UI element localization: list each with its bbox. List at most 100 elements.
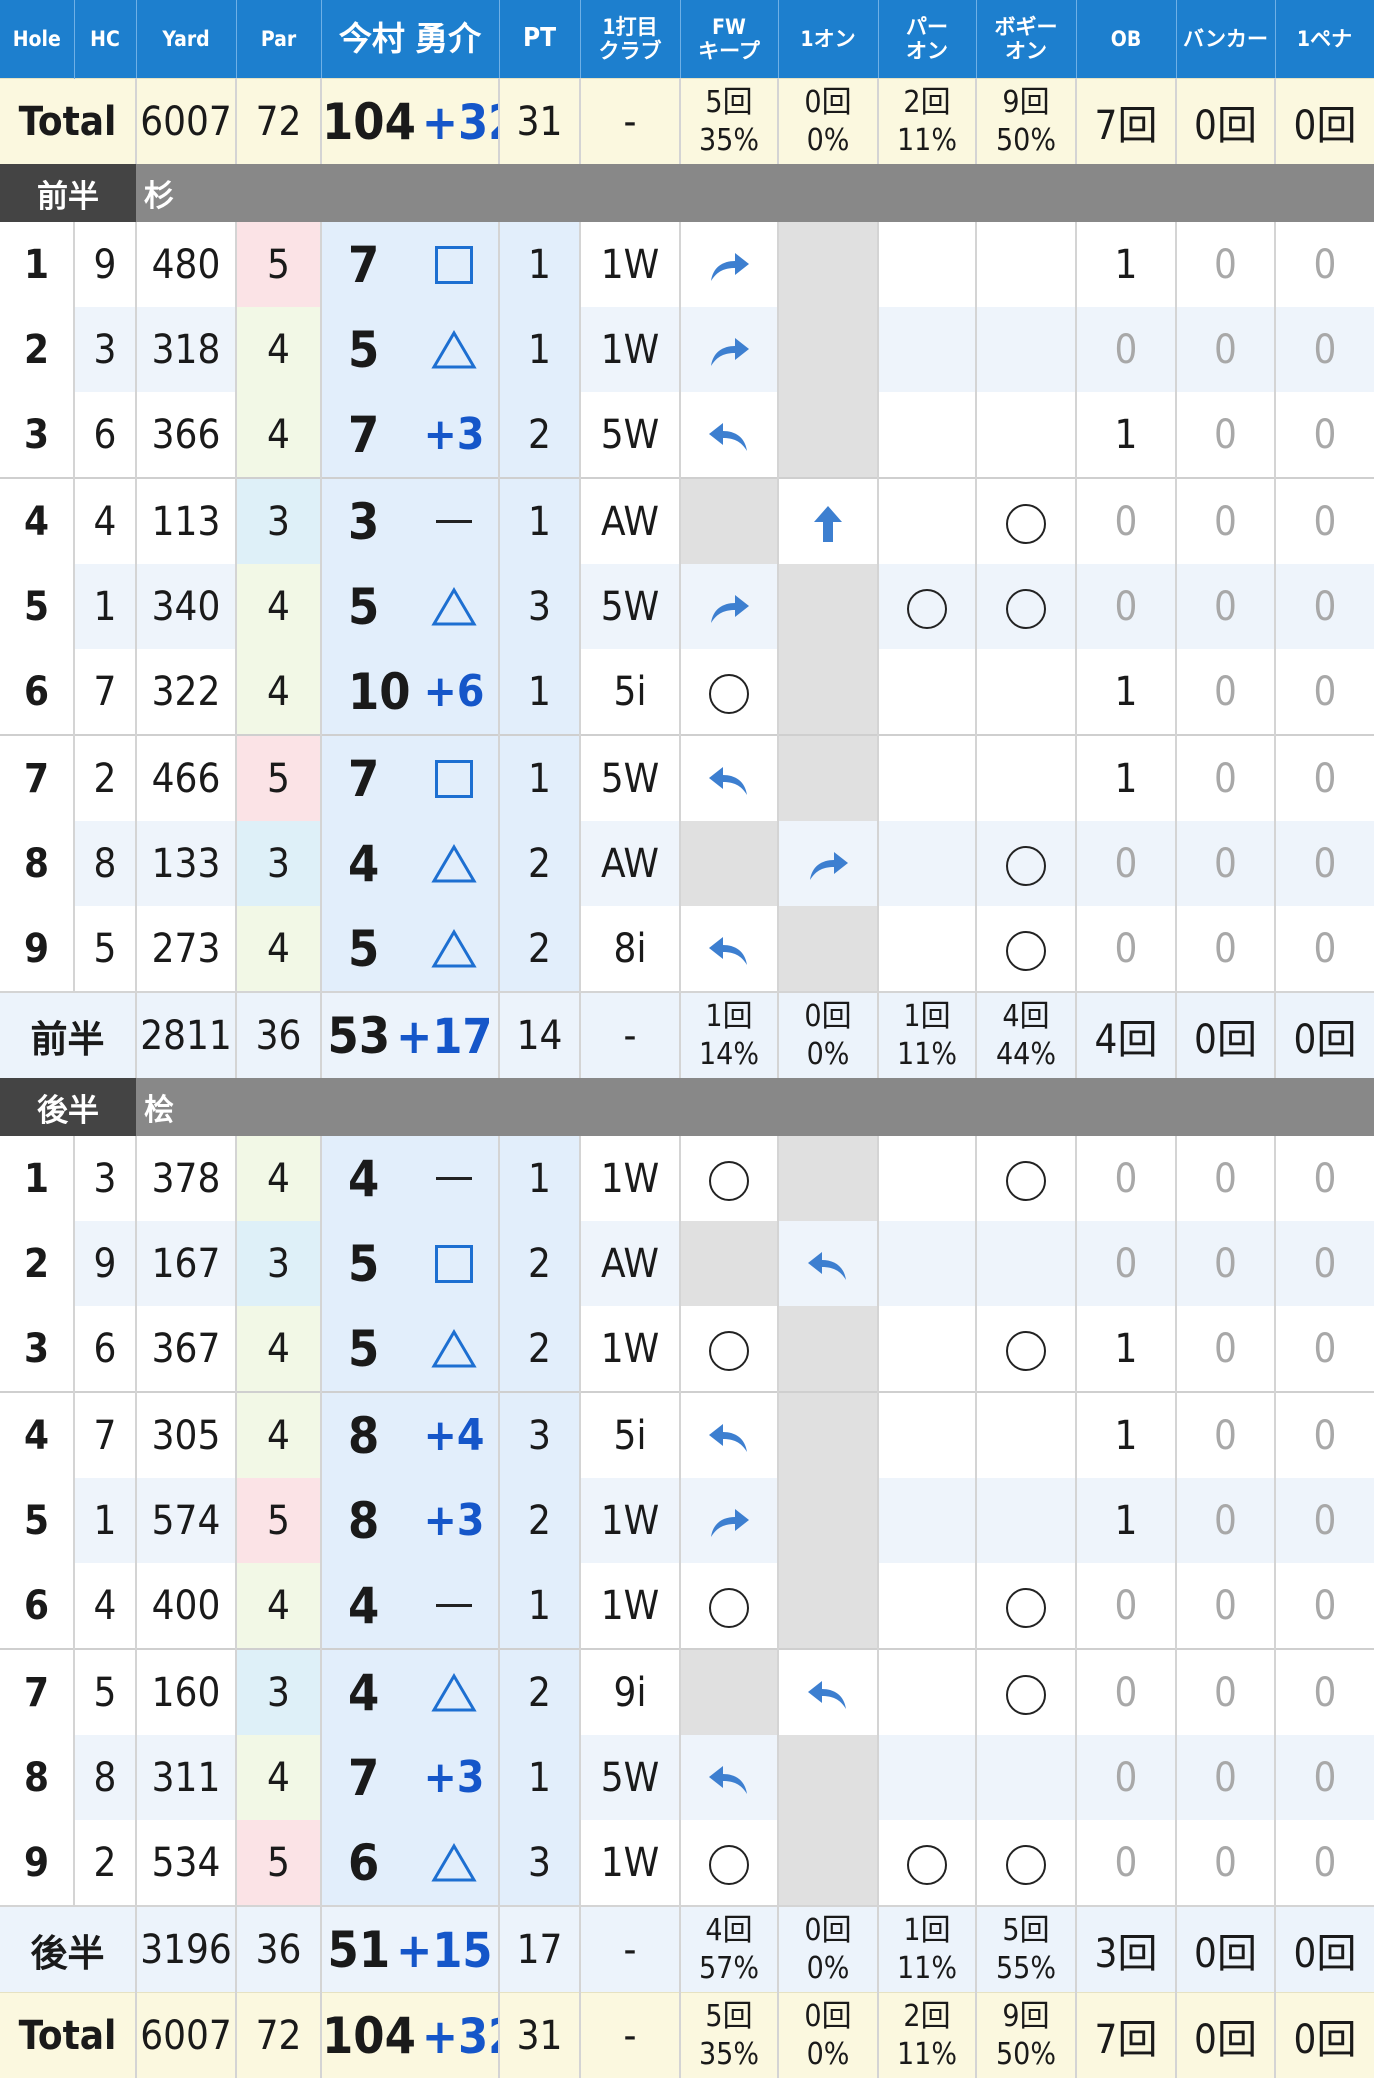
summary-on1-count: 0回 <box>779 998 877 1036</box>
hole-par-on <box>878 1392 976 1478</box>
summary-yard: 2811 <box>136 992 236 1078</box>
hole-score-cell[interactable]: 7+3 <box>321 1735 499 1820</box>
hole-bunker: 0 <box>1176 307 1275 392</box>
hole-bunker-text: 0 <box>1214 584 1237 630</box>
hole-par: 4 <box>236 1563 321 1649</box>
hole-row[interactable]: 133784411W000 <box>0 1136 1374 1221</box>
hole-one-on <box>778 1306 878 1392</box>
hole-penalty: 0 <box>1275 307 1374 392</box>
hole-row[interactable]: 925345631W000 <box>0 1820 1374 1906</box>
summary-over-par: +32 <box>422 2009 499 2065</box>
summary-on1-rate: 0% <box>779 1036 877 1074</box>
hole-row[interactable]: 3636647+325W100 <box>0 392 1374 478</box>
hole-hc: 6 <box>74 392 136 478</box>
hole-row[interactable]: 5157458+321W100 <box>0 1478 1374 1563</box>
hole-score-cell[interactable]: 6 <box>321 1820 499 1906</box>
hole-row[interactable]: 363674521W100 <box>0 1306 1374 1392</box>
hole-score-cell[interactable]: 3 <box>321 478 499 564</box>
hole-hc: 4 <box>74 478 136 564</box>
hole-pt: 1 <box>499 735 580 821</box>
hole-score-value: 5 <box>348 578 379 636</box>
hole-hc: 9 <box>74 1221 136 1306</box>
hole-club: 1W <box>580 1306 680 1392</box>
arrow-left-icon <box>707 412 751 458</box>
summary-ob-value: 7回 <box>1095 2017 1158 2063</box>
hole-score-cell[interactable]: 8+4 <box>321 1392 499 1478</box>
circle-icon <box>1006 846 1046 886</box>
hole-row[interactable]: 8831147+315W000 <box>0 1735 1374 1820</box>
hole-row[interactable]: 29167352AW000 <box>0 1221 1374 1306</box>
hole-score-cell[interactable]: 4 <box>321 821 499 906</box>
hole-score-cell[interactable]: 4 <box>321 1649 499 1735</box>
hole-bogey-on <box>976 1221 1076 1306</box>
hole-score-cell[interactable]: 5 <box>321 1221 499 1306</box>
hole-score-cell[interactable]: 5 <box>321 564 499 649</box>
header-par-on: パーオン <box>878 0 976 79</box>
hole-bogey-on <box>976 735 1076 821</box>
summary-bunker-value: 0回 <box>1194 1931 1257 1977</box>
hole-pt-text: 2 <box>528 1326 551 1372</box>
hole-bogey-on <box>976 307 1076 392</box>
hole-score-cell[interactable]: 5 <box>321 307 499 392</box>
hole-row[interactable]: 724665715W100 <box>0 735 1374 821</box>
hole-score-value: 3 <box>348 493 379 551</box>
summary-ob: 3回 <box>1076 1906 1176 1993</box>
hole-score-cell[interactable]: 4 <box>321 1136 499 1221</box>
hole-row[interactable]: 751603429i000 <box>0 1649 1374 1735</box>
hole-yard-text: 133 <box>152 841 221 887</box>
hole-score-cell[interactable]: 8 +3 <box>321 1478 499 1563</box>
hole-club-text: 1W <box>601 327 659 373</box>
hole-par: 4 <box>236 564 321 649</box>
hole-score-cell[interactable]: 7 <box>321 735 499 821</box>
summary-on1: 0回0% <box>778 79 878 165</box>
hole-par-on <box>878 1563 976 1649</box>
summary-penalty-value: 0回 <box>1294 1931 1357 1977</box>
hole-score-cell[interactable]: 7 <box>321 222 499 307</box>
hole-row[interactable]: 233184511W000 <box>0 307 1374 392</box>
hole-bunker-text: 0 <box>1214 841 1237 887</box>
hole-par-on <box>878 1478 976 1563</box>
hole-score-cell[interactable]: 10+6 <box>321 649 499 735</box>
hole-score-cell[interactable]: 7+3 <box>321 392 499 478</box>
hole-par: 4 <box>236 1136 321 1221</box>
hole-number: 1 <box>0 1136 74 1221</box>
hole-yard: 322 <box>136 649 236 735</box>
hole-row[interactable]: 4730548+435i100 <box>0 1392 1374 1478</box>
hole-number: 9 <box>0 906 74 992</box>
hole-row[interactable]: 644004411W000 <box>0 1563 1374 1649</box>
hole-yard-text: 340 <box>152 584 221 630</box>
hole-par-text: 3 <box>267 841 290 887</box>
hole-bunker-text: 0 <box>1214 242 1237 288</box>
hole-pt-text: 1 <box>528 242 551 288</box>
hole-score-cell[interactable]: 4 <box>321 1563 499 1649</box>
summary-par-value: 72 <box>256 2013 302 2059</box>
hole-penalty: 0 <box>1275 1563 1374 1649</box>
summary-bogeyon-count: 4回 <box>977 998 1075 1036</box>
header-player-name[interactable]: 今村 勇介 <box>321 0 499 79</box>
over-par-label: +3 <box>424 1495 485 1546</box>
hole-par-text: 3 <box>267 499 290 545</box>
circle-icon <box>907 1845 947 1885</box>
hole-row[interactable]: 44113331AW000 <box>0 478 1374 564</box>
hole-one-on <box>778 735 878 821</box>
hole-row[interactable]: 952734528i000 <box>0 906 1374 992</box>
hole-row[interactable]: 67322410+615i100 <box>0 649 1374 735</box>
hole-club: 5W <box>580 392 680 478</box>
hole-score-cell[interactable]: 5 <box>321 906 499 992</box>
hole-penalty-text: 0 <box>1314 1670 1337 1716</box>
hole-number-text: 4 <box>24 1413 49 1459</box>
hole-score-value: 8 <box>348 1492 379 1550</box>
hole-penalty: 0 <box>1275 564 1374 649</box>
hole-row[interactable]: 513404535W000 <box>0 564 1374 649</box>
hole-score-cell[interactable]: 5 <box>321 1306 499 1392</box>
hole-club: 1W <box>580 222 680 307</box>
hole-score-value: 4 <box>348 835 379 893</box>
hole-pt: 1 <box>499 649 580 735</box>
hole-number-text: 7 <box>24 1670 49 1716</box>
hole-row[interactable]: 194805711W100 <box>0 222 1374 307</box>
hole-row[interactable]: 88133342AW000 <box>0 821 1374 906</box>
hole-ob: 1 <box>1076 1478 1176 1563</box>
summary-bogeyon: 4回44% <box>976 992 1076 1078</box>
hole-ob: 0 <box>1076 906 1176 992</box>
hole-ob: 0 <box>1076 564 1176 649</box>
